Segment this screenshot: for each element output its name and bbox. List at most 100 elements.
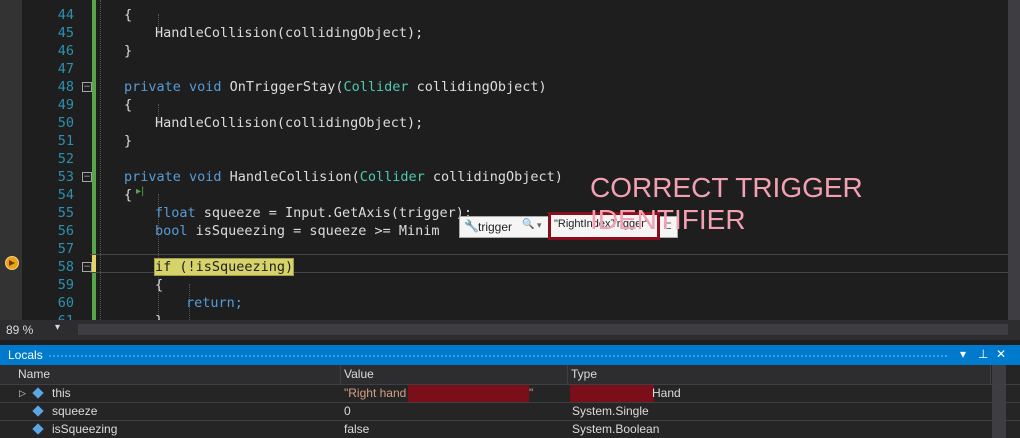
code-line[interactable]: 51} xyxy=(0,132,1008,150)
code-token: collidingObject) xyxy=(424,169,563,185)
code-token: return; xyxy=(186,295,243,311)
code-line[interactable]: 48− private void OnTriggerStay(Collider c… xyxy=(0,78,1008,96)
code-line[interactable]: 46} xyxy=(0,42,1008,60)
column-header-value[interactable]: Value xyxy=(341,365,568,384)
code-text: return; xyxy=(186,294,243,312)
data-tip-variable-name: trigger xyxy=(478,220,513,234)
search-icon[interactable]: 🔍 xyxy=(522,219,534,230)
redaction-box xyxy=(408,385,529,402)
code-line[interactable]: 61} xyxy=(0,312,1008,320)
code-line[interactable]: 52 xyxy=(0,150,1008,168)
line-number: 49 xyxy=(57,97,74,113)
local-type: System.Single xyxy=(572,404,649,418)
code-line[interactable]: 58− if (!isSqueezing) xyxy=(0,258,1008,276)
local-name: this xyxy=(52,386,71,400)
code-line[interactable]: 49 { xyxy=(0,96,1008,114)
code-token: { xyxy=(124,97,133,113)
code-token: HandleCollision(collidingObject); xyxy=(155,25,424,41)
vertical-scrollbar[interactable] xyxy=(1008,0,1020,320)
code-line[interactable]: 47 xyxy=(0,60,1008,78)
code-token: collidingObject) xyxy=(408,79,547,95)
line-number: 54 xyxy=(57,187,74,203)
horizontal-scrollbar[interactable] xyxy=(78,324,1008,335)
line-number: 53 xyxy=(57,169,74,185)
code-token: if (!isSqueezing) xyxy=(153,258,295,276)
code-line[interactable]: 57 xyxy=(0,240,1008,258)
pin-icon[interactable]: ⊥ xyxy=(978,347,988,361)
expand-icon[interactable]: ▷ xyxy=(19,385,26,402)
line-number: 47 xyxy=(57,61,74,77)
local-variable-icon xyxy=(32,405,44,417)
collapse-icon[interactable]: − xyxy=(82,262,92,272)
code-text: if (!isSqueezing) xyxy=(153,258,295,276)
table-row[interactable]: squeeze 0 System.Single xyxy=(0,402,1020,420)
locals-window-title-bar[interactable]: Locals ▾ ⊥ ✕ xyxy=(0,345,1020,365)
wrench-icon: 🔧 xyxy=(464,219,479,233)
code-line[interactable]: 60 return; xyxy=(0,294,1008,312)
code-token: HandleCollision(collidingObject); xyxy=(155,115,424,131)
run-to-click-icon[interactable]: ▸| xyxy=(136,186,144,197)
local-variable-icon xyxy=(32,387,44,399)
code-token: void xyxy=(189,169,230,185)
annotation-label: CORRECT TRIGGER IDENTIFIER xyxy=(590,172,863,235)
code-token: private xyxy=(124,169,190,185)
local-name: isSqueezing xyxy=(52,422,118,436)
code-text: { xyxy=(124,186,132,204)
line-number: 51 xyxy=(57,133,74,149)
collapse-icon[interactable]: − xyxy=(82,82,92,92)
code-line[interactable]: 50 HandleCollision(collidingObject); xyxy=(0,114,1008,132)
code-token: } xyxy=(155,313,163,320)
column-header-name[interactable]: Name xyxy=(0,365,341,384)
chevron-down-icon[interactable]: ▾ xyxy=(537,220,542,231)
editor-status-bar: 89 % ▾ xyxy=(0,320,1020,340)
local-value[interactable]: 0 xyxy=(344,403,351,420)
locals-grid[interactable]: Name Value Type ▷ this "Right hand " Han… xyxy=(0,365,1020,438)
title-grip xyxy=(48,354,948,358)
line-number: 50 xyxy=(57,115,74,131)
code-text: { xyxy=(124,96,132,114)
zoom-dropdown-icon[interactable]: ▾ xyxy=(55,322,60,333)
code-text: { xyxy=(124,6,132,24)
window-menu-icon[interactable]: ▾ xyxy=(960,347,966,361)
code-token: } xyxy=(124,43,133,59)
code-token: float xyxy=(155,205,196,221)
column-header-type[interactable]: Type xyxy=(568,365,991,384)
code-token: squeeze = Input.GetAxis(trigger); xyxy=(195,205,472,221)
local-type: System.Boolean xyxy=(572,422,660,436)
code-token: private xyxy=(124,79,190,95)
local-value[interactable]: false xyxy=(344,421,369,438)
local-type: Hand xyxy=(652,386,681,400)
local-name: squeeze xyxy=(52,404,98,418)
zoom-level[interactable]: 89 % xyxy=(6,323,33,337)
code-line[interactable]: 45 HandleCollision(collidingObject); xyxy=(0,24,1008,42)
code-token: Collider xyxy=(359,169,425,185)
code-text: HandleCollision(collidingObject); xyxy=(155,114,423,132)
collapse-icon[interactable]: − xyxy=(82,172,92,182)
code-editor[interactable]: 44{45 HandleCollision(collidingObject); 46… xyxy=(0,0,1020,320)
breakpoint-current-statement-icon[interactable] xyxy=(5,256,19,270)
local-value[interactable]: "Right hand xyxy=(344,385,406,402)
line-number: 45 xyxy=(57,25,74,41)
code-token: { xyxy=(124,7,133,23)
code-token: isSqueezing = squeeze >= Minim xyxy=(187,223,440,239)
code-text: } xyxy=(124,42,132,60)
code-line[interactable]: 59 { xyxy=(0,276,1008,294)
close-icon[interactable]: ✕ xyxy=(996,347,1006,361)
line-number: 55 xyxy=(57,205,74,221)
line-number: 56 xyxy=(57,223,74,239)
table-row[interactable]: ▷ this "Right hand " Hand xyxy=(0,384,1020,402)
code-text: private void HandleCollision(Collider co… xyxy=(124,168,563,186)
code-token: OnTriggerStay( xyxy=(229,79,344,95)
local-value-suffix: " xyxy=(529,386,534,400)
code-text: float squeeze = Input.GetAxis(trigger); xyxy=(155,204,472,222)
line-number: 59 xyxy=(57,277,74,293)
code-text: } xyxy=(155,312,163,320)
code-line[interactable]: 44 { xyxy=(0,6,1008,24)
line-number: 44 xyxy=(57,7,74,23)
table-row[interactable]: isSqueezing false System.Boolean xyxy=(0,420,1020,438)
line-number: 46 xyxy=(57,43,74,59)
code-text: private void OnTriggerStay(Collider coll… xyxy=(124,78,547,96)
line-number: 61 xyxy=(28,312,74,320)
code-token: void xyxy=(189,79,230,95)
code-token: bool xyxy=(155,223,188,239)
